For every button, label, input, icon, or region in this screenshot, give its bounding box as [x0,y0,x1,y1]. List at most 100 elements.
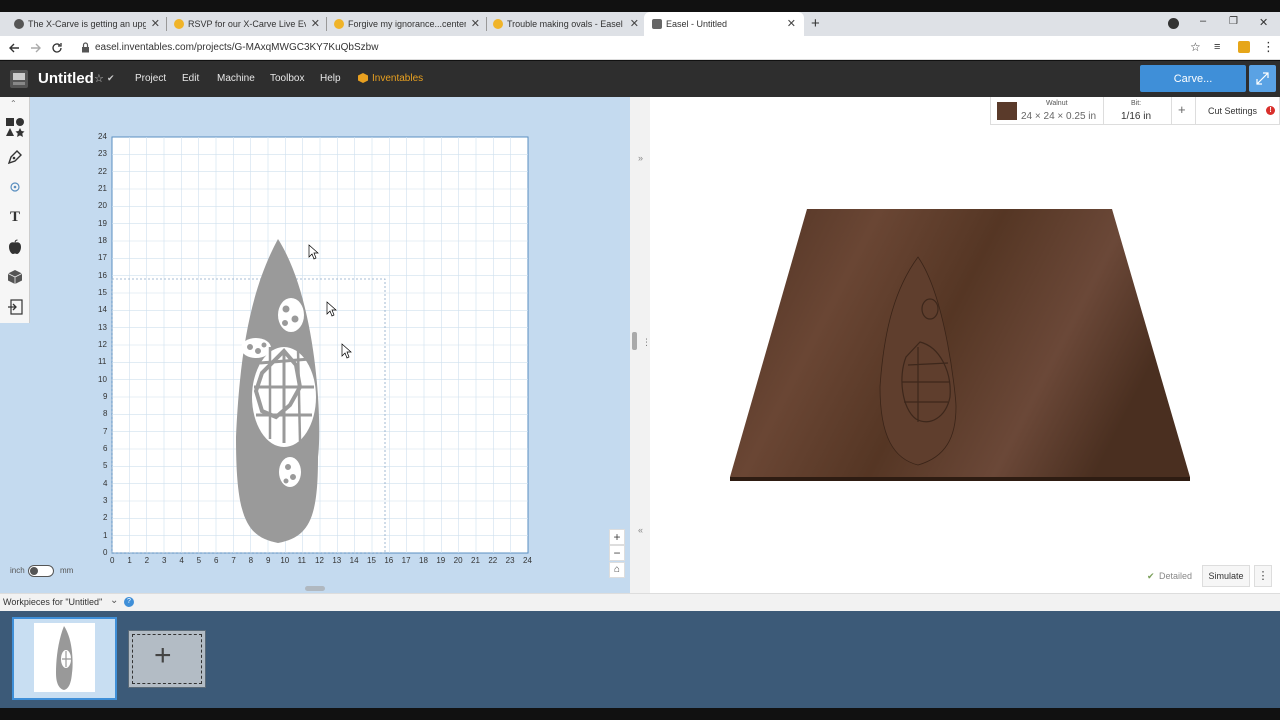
y-tick-label: 23 [98,149,107,159]
point-tool[interactable] [5,177,25,197]
minimize-button[interactable]: – [1200,15,1206,27]
y-tick-label: 1 [103,530,108,540]
close-icon[interactable]: ✕ [471,17,480,30]
close-icon[interactable]: ✕ [151,17,160,30]
browser-tab-2[interactable]: RSVP for our X-Carve Live Event ✕ [174,12,322,36]
y-tick-label: 3 [103,496,108,505]
tab-separator [326,17,327,31]
close-icon[interactable]: ✕ [311,17,320,30]
machine-connect-button[interactable] [1249,65,1276,92]
x-tick-label: 14 [349,556,359,565]
close-icon[interactable]: ✕ [630,17,639,30]
menu-project[interactable]: Project [135,73,166,84]
y-tick-label: 14 [98,305,107,315]
add-workpiece-button[interactable]: + [128,630,206,688]
apps-tool[interactable] [5,267,25,287]
saved-check-icon: ✔ [107,73,115,83]
menu-inventables[interactable]: Inventables [372,73,423,84]
plus-icon: + [154,639,172,672]
y-tick-label: 8 [103,409,108,419]
pen-tool[interactable] [5,147,25,167]
y-tick-label: 21 [98,184,107,193]
workpieces-tray: + [0,611,1280,708]
x-tick-label: 10 [280,556,290,565]
browser-tab-3[interactable]: Forgive my ignorance...center ze ✕ [334,12,482,36]
favorite-star-icon[interactable]: ☆ [94,72,104,85]
zoom-out-button[interactable]: − [609,545,625,561]
x-tick-label: 11 [297,556,306,565]
bookmark-star-icon[interactable]: ☆ [1190,40,1201,54]
x-tick-label: 24 [523,556,532,565]
preview-more-button[interactable]: ⋮ [1254,565,1272,587]
import-tool[interactable] [5,297,25,317]
3d-preview[interactable] [650,97,1280,593]
carve-button[interactable]: Carve... [1140,65,1246,92]
text-tool[interactable]: T [5,207,25,227]
y-tick-label: 22 [98,166,107,176]
panel-resize-handle[interactable] [632,332,637,350]
browser-tab-1[interactable]: The X-Carve is getting an upgrad ✕ [14,12,162,36]
y-tick-label: 9 [103,392,108,401]
menu-help[interactable]: Help [320,73,341,84]
y-tick-label: 5 [103,461,108,471]
tab-title: Easel - Untitled [666,19,728,29]
new-tab-button[interactable]: + [811,15,820,32]
tab-separator [166,17,167,31]
design-grid[interactable] [0,97,630,593]
globe-icon [14,19,24,29]
detailed-label[interactable]: Detailed [1159,571,1192,581]
y-tick-label: 19 [98,218,107,228]
collapse-left-icon[interactable]: « [638,525,643,535]
browser-menu-icon[interactable]: ⋮ [1262,39,1275,55]
workpiece-preview [34,623,95,692]
inventables-icon [174,19,184,29]
x-tick-label: 8 [248,556,254,565]
y-tick-label: 17 [98,253,107,263]
close-window-button[interactable]: ✕ [1259,16,1268,29]
media-record-icon[interactable] [1168,18,1179,29]
horizontal-scroll-handle[interactable] [305,586,325,591]
inventables-icon [493,19,503,29]
tab-separator [486,17,487,31]
browser-tab-bar: The X-Carve is getting an upgrad ✕ RSVP … [0,12,1280,36]
forward-arrow-icon[interactable] [30,42,42,54]
browser-tab-4[interactable]: Trouble making ovals - Easel Pro ✕ [493,12,641,36]
menu-machine[interactable]: Machine [217,73,255,84]
home-view-button[interactable]: ⌂ [609,562,625,578]
project-title[interactable]: Untitled [38,70,94,87]
menu-edit[interactable]: Edit [182,73,199,84]
easel-pro-logo-icon[interactable] [10,70,28,88]
x-tick-label: 7 [231,556,236,565]
reading-list-icon[interactable]: ≡ [1214,41,1220,53]
x-tick-label: 3 [162,556,167,565]
restore-button[interactable]: ❐ [1229,16,1238,27]
help-icon[interactable]: ? [124,597,134,607]
unit-toggle[interactable] [28,565,54,577]
text-icon: T [9,208,20,225]
shapes-tool[interactable] [5,117,25,137]
inventables-icon [334,19,344,29]
x-tick-label: 6 [214,556,219,565]
reload-icon[interactable] [51,42,63,54]
tab-title: Trouble making ovals - Easel Pro [507,19,625,29]
chevron-up-icon[interactable]: ⌃ [10,99,17,108]
y-tick-label: 6 [103,444,108,453]
icons-tool[interactable] [5,237,25,257]
panel-divider: » ⋮ « [630,97,651,593]
workpiece-thumbnail[interactable] [12,617,117,700]
back-arrow-icon[interactable] [8,42,20,54]
y-tick-label: 11 [98,357,107,367]
collapse-right-icon[interactable]: » [638,153,643,163]
url-text[interactable]: easel.inventables.com/projects/G-MAxqMWG… [95,42,378,53]
extension-icon[interactable] [1238,41,1250,53]
x-tick-label: 16 [384,556,394,565]
tab-title: Forgive my ignorance...center ze [348,19,466,29]
simulate-button[interactable]: Simulate [1202,565,1250,587]
x-tick-label: 9 [266,556,271,565]
close-icon[interactable]: ✕ [787,17,796,30]
zoom-in-button[interactable]: + [609,529,625,545]
menu-toolbox[interactable]: Toolbox [270,73,304,84]
detailed-check-icon: ✔ [1147,571,1155,581]
browser-tab-active[interactable]: Easel - Untitled ✕ [644,12,804,36]
chevron-down-icon[interactable]: ⌄ [110,595,118,606]
